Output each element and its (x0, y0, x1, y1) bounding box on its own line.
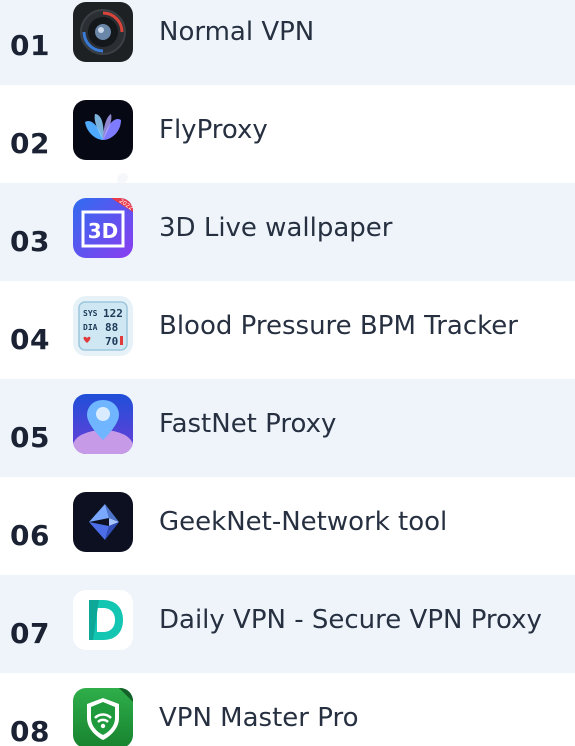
list-item[interactable]: 01 Normal VPN (0, 0, 575, 85)
list-item[interactable]: 08 VPN Master Pro (0, 673, 575, 746)
rank-number: 05 (10, 421, 50, 454)
rank-number: 03 (10, 225, 50, 258)
rank-number: 04 (10, 323, 50, 356)
list-item[interactable]: 04 SYS 122 DIA 88 70 Blood Pressure BPM … (0, 281, 575, 379)
normal-vpn-icon[interactable] (73, 2, 133, 62)
svg-text:70: 70 (105, 335, 118, 348)
app-name[interactable]: 3D Live wallpaper (159, 213, 392, 243)
flyproxy-icon[interactable] (73, 100, 133, 160)
app-name[interactable]: FlyProxy (159, 115, 268, 145)
svg-text:DIA: DIA (83, 323, 98, 332)
geeknet-icon[interactable] (73, 492, 133, 552)
svg-text:SYS: SYS (83, 309, 98, 318)
rank-number: 07 (10, 617, 50, 650)
app-name[interactable]: GeekNet-Network tool (159, 507, 447, 537)
rank-number: 06 (10, 519, 50, 552)
app-ranking-list: 01 Normal VPN 02 FlyProxy 03 3D 2022 3D … (0, 0, 575, 746)
rank-number: 08 (10, 715, 50, 746)
vpn-master-pro-icon[interactable] (73, 688, 133, 746)
svg-text:3D: 3D (88, 219, 119, 243)
daily-vpn-icon[interactable] (73, 590, 133, 650)
rank-number: 02 (10, 127, 50, 160)
app-name[interactable]: VPN Master Pro (159, 703, 358, 733)
svg-text:122: 122 (103, 307, 123, 320)
app-name[interactable]: Blood Pressure BPM Tracker (159, 311, 518, 341)
app-name[interactable]: FastNet Proxy (159, 409, 336, 439)
list-item[interactable]: 07 Daily VPN - Secure VPN Proxy (0, 575, 575, 673)
fastnet-proxy-icon[interactable] (73, 394, 133, 454)
svg-text:88: 88 (105, 321, 118, 334)
3d-live-wallpaper-icon[interactable]: 3D 2022 (73, 198, 133, 258)
list-item[interactable]: 05 FastNet Proxy (0, 379, 575, 477)
app-name[interactable]: Normal VPN (159, 17, 314, 47)
list-item[interactable]: 03 3D 2022 3D Live wallpaper (0, 183, 575, 281)
app-name[interactable]: Daily VPN - Secure VPN Proxy (159, 605, 542, 635)
list-item[interactable]: 06 GeekNet-Network tool (0, 477, 575, 575)
rank-number: 01 (10, 29, 50, 62)
list-item[interactable]: 02 FlyProxy (0, 85, 575, 183)
blood-pressure-icon[interactable]: SYS 122 DIA 88 70 (73, 296, 133, 356)
